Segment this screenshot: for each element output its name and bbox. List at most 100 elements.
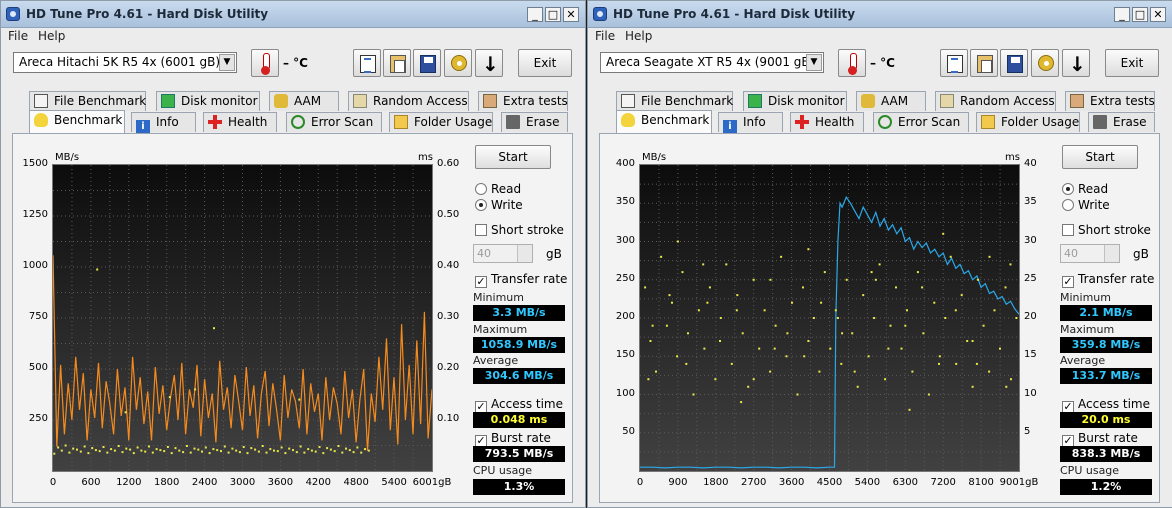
write-radio[interactable]: Write bbox=[1062, 198, 1110, 212]
tab-benchmark[interactable]: Benchmark bbox=[616, 110, 712, 133]
access-time-checkbox[interactable]: ✓ Access time bbox=[1062, 397, 1150, 413]
transfer-rate-checkbox[interactable]: ✓ Transfer rate bbox=[1062, 272, 1154, 288]
close-button[interactable]: ✕ bbox=[563, 7, 579, 22]
short-stroke-checkbox[interactable]: Short stroke bbox=[1062, 223, 1151, 237]
copy-button[interactable] bbox=[353, 49, 381, 77]
start-button[interactable]: Start bbox=[1062, 145, 1138, 169]
tab-health[interactable]: Health bbox=[203, 112, 277, 132]
lightbulb-icon bbox=[621, 113, 635, 127]
access-time-point bbox=[193, 447, 196, 450]
burst-rate-checkbox[interactable]: ✓ Burst rate bbox=[1062, 431, 1138, 447]
y-tick-label: 400 bbox=[615, 158, 635, 169]
exit-button[interactable]: Exit bbox=[518, 49, 572, 77]
tab-benchmark[interactable]: Benchmark bbox=[29, 110, 125, 133]
access-time-point bbox=[773, 347, 776, 350]
y2-tick-label: 30 bbox=[1024, 234, 1037, 246]
maximize-button[interactable]: □ bbox=[545, 7, 561, 22]
minimize-button[interactable]: _ bbox=[527, 7, 543, 22]
options-button[interactable] bbox=[444, 49, 472, 77]
tab-erase[interactable]: Erase bbox=[1088, 112, 1155, 132]
benchmark-plot bbox=[52, 164, 433, 472]
cpu-usage-label: CPU usage bbox=[473, 464, 533, 477]
trash-icon bbox=[1093, 115, 1107, 129]
copy-button[interactable] bbox=[940, 49, 968, 77]
tab-disk-monitor[interactable]: Disk monitor bbox=[156, 91, 260, 111]
short-stroke-checkbox[interactable]: Short stroke bbox=[475, 223, 564, 237]
tab-extra-tests[interactable]: Extra tests bbox=[478, 91, 568, 111]
file-benchmark-icon bbox=[621, 94, 635, 108]
access-time-point bbox=[168, 396, 171, 399]
save-button[interactable] bbox=[1000, 49, 1028, 77]
menu-bar: File Help bbox=[1, 28, 585, 45]
tab-health[interactable]: Health bbox=[790, 112, 864, 132]
download-button[interactable]: ↓ bbox=[475, 49, 503, 77]
access-time-point bbox=[942, 232, 945, 235]
burst-rate-checkbox[interactable]: ✓ Burst rate bbox=[475, 431, 551, 447]
short-stroke-spinner[interactable]: 40 bbox=[1060, 244, 1120, 263]
exit-button[interactable]: Exit bbox=[1105, 49, 1159, 77]
drive-select[interactable]: Areca Seagate XT R5 4x (9001 gB) ▼ bbox=[600, 52, 824, 73]
tab-file-benchmark[interactable]: File Benchmark bbox=[29, 91, 146, 111]
access-time-point bbox=[235, 449, 238, 452]
benchmark-chart bbox=[53, 165, 432, 471]
y2-tick-label: 15 bbox=[1024, 349, 1037, 361]
tab-info[interactable]: i Info bbox=[131, 112, 196, 134]
access-time-checkbox[interactable]: ✓ Access time bbox=[475, 397, 563, 413]
start-button[interactable]: Start bbox=[475, 145, 551, 169]
tab-folder-usage[interactable]: Folder Usage bbox=[976, 112, 1080, 132]
paste-button[interactable] bbox=[383, 49, 411, 77]
tab-disk-monitor[interactable]: Disk monitor bbox=[743, 91, 847, 111]
y-tick-label: 200 bbox=[615, 311, 635, 322]
maximize-button[interactable]: □ bbox=[1132, 7, 1148, 22]
save-button[interactable] bbox=[413, 49, 441, 77]
random-access-icon bbox=[353, 94, 367, 108]
tab-file-benchmark[interactable]: File Benchmark bbox=[616, 91, 733, 111]
access-time-point bbox=[719, 340, 721, 342]
access-time-point bbox=[341, 451, 344, 454]
menu-file[interactable]: File bbox=[8, 29, 28, 43]
toolbar: Areca Seagate XT R5 4x (9001 gB) ▼ – °C ↓… bbox=[588, 45, 1172, 81]
tab-random-access[interactable]: Random Access bbox=[348, 91, 469, 111]
access-time-point bbox=[125, 447, 128, 450]
access-time-point bbox=[265, 451, 268, 454]
tab-random-access[interactable]: Random Access bbox=[935, 91, 1056, 111]
read-radio[interactable]: Read bbox=[1062, 182, 1108, 196]
x-tick-label: 3600 bbox=[267, 477, 294, 488]
copy-icon bbox=[360, 55, 376, 73]
tab-extra-tests[interactable]: Extra tests bbox=[1065, 91, 1155, 111]
close-button[interactable]: ✕ bbox=[1150, 7, 1166, 22]
read-radio[interactable]: Read bbox=[475, 182, 521, 196]
access-time-point bbox=[257, 450, 260, 453]
access-time-point bbox=[703, 347, 706, 350]
y2-tick-label: 0.10 bbox=[437, 413, 460, 424]
menu-file[interactable]: File bbox=[595, 29, 615, 43]
access-time-point bbox=[949, 255, 952, 258]
options-button[interactable] bbox=[1031, 49, 1059, 77]
save-icon bbox=[420, 55, 436, 73]
paste-button[interactable] bbox=[970, 49, 998, 77]
temperature-button[interactable] bbox=[251, 49, 279, 77]
menu-help[interactable]: Help bbox=[38, 29, 65, 43]
tab-error-scan[interactable]: Error Scan bbox=[286, 112, 382, 132]
maximum-value: 359.8 MB/s bbox=[1060, 337, 1152, 353]
transfer-rate-checkbox[interactable]: ✓ Transfer rate bbox=[475, 272, 567, 288]
tab-info[interactable]: i Info bbox=[718, 112, 783, 134]
access-time-point bbox=[129, 448, 132, 451]
drive-select[interactable]: Areca Hitachi 5K R5 4x (6001 gB) ▼ bbox=[13, 52, 237, 73]
minimize-button[interactable]: _ bbox=[1114, 7, 1130, 22]
tab-error-scan[interactable]: Error Scan bbox=[873, 112, 969, 132]
tab-aam[interactable]: AAM bbox=[269, 91, 339, 111]
tab-aam[interactable]: AAM bbox=[856, 91, 926, 111]
tab-folder-usage[interactable]: Folder Usage bbox=[389, 112, 493, 132]
download-button[interactable]: ↓ bbox=[1062, 49, 1090, 77]
temperature-button[interactable] bbox=[838, 49, 866, 77]
write-radio[interactable]: Write bbox=[475, 198, 523, 212]
access-time-point bbox=[204, 446, 207, 449]
short-stroke-spinner[interactable]: 40 bbox=[473, 244, 533, 263]
access-time-point bbox=[747, 385, 750, 388]
tab-erase[interactable]: Erase bbox=[501, 112, 568, 132]
window-title: HD Tune Pro 4.61 - Hard Disk Utility bbox=[26, 7, 269, 21]
access-time-point bbox=[752, 278, 755, 281]
menu-help[interactable]: Help bbox=[625, 29, 652, 43]
read-radio-label: Read bbox=[491, 182, 522, 196]
